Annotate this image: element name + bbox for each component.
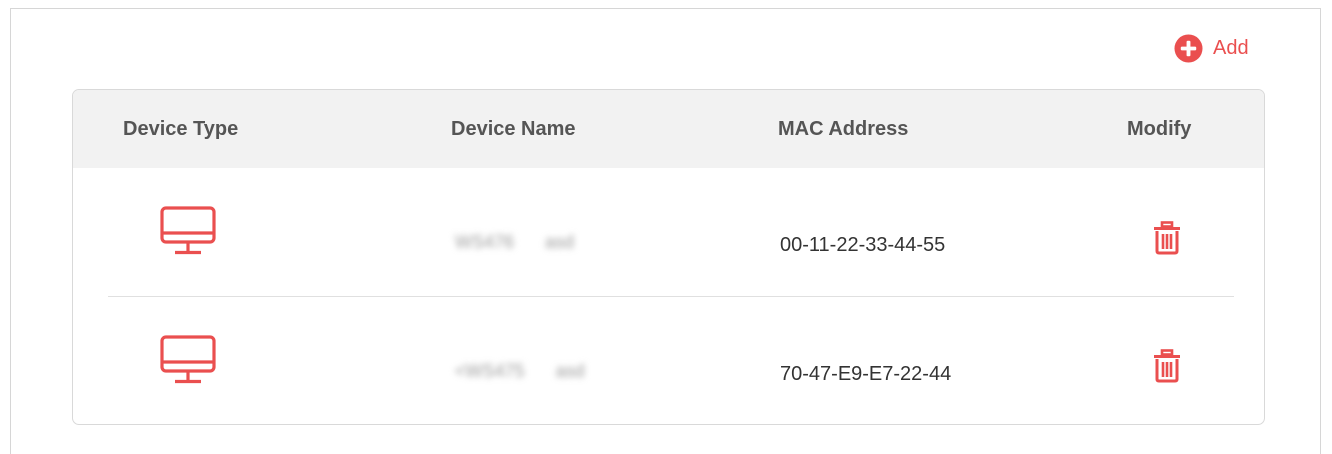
table-row: WS476 asd 00-11-22-33-44-55 [73, 168, 1264, 298]
device-name-primary: WS476 [455, 232, 515, 252]
device-name-cell: WS476 asd [455, 232, 574, 253]
desktop-monitor-icon [160, 335, 216, 384]
add-button[interactable]: Add [1174, 32, 1249, 64]
device-name-primary: <WS475 [455, 361, 525, 381]
plus-circle-icon [1174, 33, 1203, 63]
table-header: Device Type Device Name MAC Address Modi… [73, 90, 1264, 168]
device-name-secondary: asd [545, 232, 575, 252]
device-table: Device Type Device Name MAC Address Modi… [72, 89, 1265, 425]
device-name-secondary: asd [555, 361, 585, 381]
header-device-name: Device Name [451, 118, 576, 140]
header-device-type: Device Type [123, 118, 239, 140]
delete-button[interactable] [1152, 221, 1182, 255]
add-label: Add [1213, 36, 1249, 59]
trash-icon [1154, 221, 1180, 255]
mac-address-cell: 70-47-E9-E7-22-44 [780, 363, 952, 385]
delete-button[interactable] [1152, 349, 1182, 383]
header-modify: Modify [1127, 118, 1192, 140]
trash-icon [1154, 349, 1180, 383]
header-mac-address: MAC Address [778, 118, 909, 140]
table-row: <WS475 asd 70-47-E9-E7-22-44 [73, 297, 1264, 424]
page-panel: Add Device Type Device Name MAC Address … [10, 8, 1321, 454]
desktop-monitor-icon [160, 206, 216, 255]
mac-address-cell: 00-11-22-33-44-55 [780, 234, 946, 256]
device-name-cell: <WS475 asd [455, 361, 585, 382]
